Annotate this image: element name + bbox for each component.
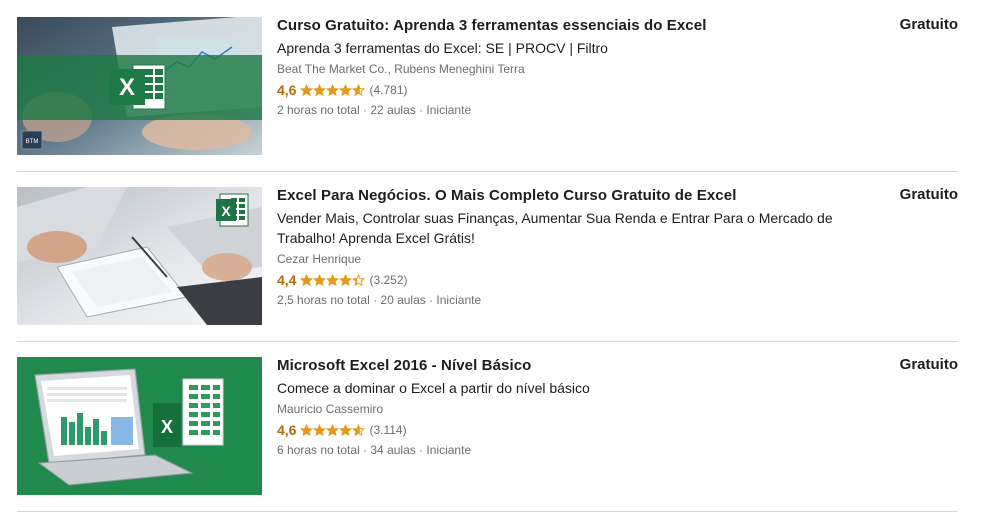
rating-count: (4.781) <box>369 83 408 97</box>
rating-row: 4,6 (4.781) <box>277 81 837 99</box>
course-instructor: Mauricio Cassemiro <box>277 402 384 416</box>
star-icon <box>313 423 327 436</box>
svg-text:X: X <box>119 74 135 101</box>
rating-value: 4,6 <box>277 422 297 438</box>
svg-text:X: X <box>221 203 231 219</box>
star-icon <box>339 423 353 436</box>
rating-row: 4,4 (3.252) <box>277 271 837 289</box>
star-icon <box>352 423 366 436</box>
star-icon <box>300 83 314 96</box>
star-icon <box>339 83 353 96</box>
star-rating <box>300 83 366 97</box>
course-headline: Aprenda 3 ferramentas do Excel: SE | PRO… <box>277 40 608 56</box>
rating-count: (3.114) <box>369 423 407 437</box>
rating-count: (3.252) <box>369 273 408 287</box>
course-price: Gratuito <box>899 356 958 373</box>
course-thumbnail[interactable]: X <box>17 357 262 495</box>
course-card[interactable]: X Microsoft Excel 2016 - Nível Básico Co… <box>17 340 958 510</box>
rating-value: 4,6 <box>277 82 297 98</box>
star-icon <box>339 273 353 286</box>
svg-text:X: X <box>161 417 173 437</box>
course-price: Gratuito <box>899 16 958 33</box>
rating-row: 4,6 (3.114) <box>277 421 837 439</box>
course-thumbnail-image: X <box>17 357 262 495</box>
course-thumbnail[interactable]: X BTM <box>17 17 262 155</box>
star-icon <box>300 423 314 436</box>
course-headline: Vender Mais, Controlar suas Finanças, Au… <box>277 210 833 246</box>
divider <box>17 511 958 512</box>
course-instructor: Beat The Market Co., Rubens Meneghini Te… <box>277 62 525 76</box>
star-icon <box>326 423 340 436</box>
course-info: Excel Para Negócios. O Mais Completo Cur… <box>277 186 837 309</box>
course-title[interactable]: Excel Para Negócios. O Mais Completo Cur… <box>277 186 837 206</box>
star-icon <box>313 83 327 96</box>
course-title[interactable]: Microsoft Excel 2016 - Nível Básico <box>277 356 837 376</box>
star-rating <box>300 273 366 287</box>
rating-value: 4,4 <box>277 272 297 288</box>
star-rating <box>300 423 366 437</box>
course-info: Curso Gratuito: Aprenda 3 ferramentas es… <box>277 16 837 119</box>
course-title[interactable]: Curso Gratuito: Aprenda 3 ferramentas es… <box>277 16 837 36</box>
course-meta: 6 horas no total · 34 aulas · Iniciante <box>277 443 472 457</box>
course-thumbnail[interactable]: X <box>17 187 262 325</box>
course-meta: 2 horas no total · 22 aulas · Iniciante <box>277 103 472 117</box>
star-icon <box>313 273 327 286</box>
star-icon <box>300 273 314 286</box>
course-meta: 2,5 horas no total · 20 aulas · Iniciant… <box>277 293 482 307</box>
star-icon <box>352 273 366 286</box>
course-card[interactable]: X Excel Para Negócios. O Mais Completo C… <box>17 170 958 340</box>
course-info: Microsoft Excel 2016 - Nível Básico Come… <box>277 356 837 459</box>
thumb-badge: BTM <box>26 139 39 145</box>
course-headline: Comece a dominar o Excel a partir do nív… <box>277 380 590 396</box>
star-icon <box>326 83 340 96</box>
star-icon <box>352 83 366 96</box>
star-icon <box>326 273 340 286</box>
course-instructor: Cezar Henrique <box>277 252 362 266</box>
course-thumbnail-image: X <box>17 187 262 325</box>
course-card[interactable]: X BTM Curso Gratuito: Aprenda 3 ferramen… <box>17 0 958 170</box>
course-thumbnail-image: X BTM <box>17 17 262 155</box>
course-price: Gratuito <box>899 186 958 203</box>
